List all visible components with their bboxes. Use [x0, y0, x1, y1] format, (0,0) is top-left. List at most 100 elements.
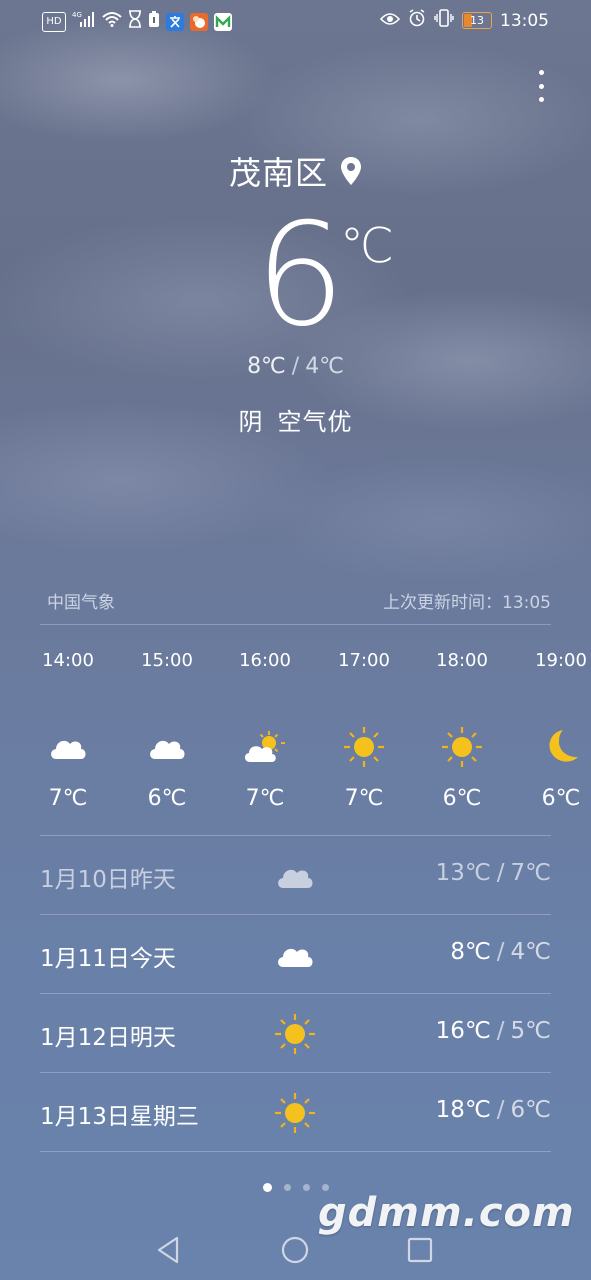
back-button[interactable]: [150, 1232, 186, 1268]
day-range: 16℃/5℃: [436, 1018, 551, 1044]
hour-temp: 6℃: [442, 786, 482, 811]
day-low: 7℃: [510, 860, 551, 886]
wifi-icon: [102, 11, 122, 32]
squirrel-app-icon: [190, 12, 208, 31]
status-bar: HD 4G 13 13:05: [0, 0, 591, 40]
partly-sunny-icon: [235, 722, 295, 772]
day-label: 1月13日星期三: [40, 1104, 199, 1130]
day-label: 1月10日昨天: [40, 867, 176, 893]
recents-button[interactable]: [402, 1232, 438, 1268]
hourly-item: 19:00 6℃: [531, 650, 591, 811]
city-name: 茂南区: [228, 154, 328, 192]
hour-time: 14:00: [42, 650, 94, 671]
temperature-unit: ℃: [340, 218, 394, 274]
cloudy-icon: [137, 722, 197, 772]
more-options-button[interactable]: [531, 70, 551, 102]
hourly-item: 14:00 7℃: [38, 650, 98, 811]
day-high: 16℃: [435, 1018, 491, 1044]
vibrate-icon: [434, 9, 454, 32]
hourly-item: 15:00 6℃: [137, 650, 197, 811]
range-separator: /: [291, 354, 300, 379]
daily-row[interactable]: 1月10日昨天 13℃/7℃: [40, 836, 551, 915]
svg-text:4G: 4G: [72, 11, 82, 19]
current-temperature: 6: [255, 193, 346, 358]
status-left-icons: HD 4G: [42, 10, 232, 33]
translate-app-icon: [166, 12, 184, 31]
air-quality[interactable]: 空气优: [278, 408, 353, 436]
city-header[interactable]: 茂南区: [0, 148, 591, 194]
hourly-item: 17:00 7℃: [334, 650, 394, 811]
battery-saver-icon: [148, 10, 160, 33]
page-dot-active: [262, 1183, 272, 1192]
sunny-icon: [432, 722, 492, 772]
day-high: 18℃: [435, 1097, 491, 1123]
location-pin-icon: [340, 156, 362, 194]
cloudy-icon: [272, 854, 318, 898]
hour-time: 18:00: [436, 650, 488, 671]
more-dot-icon: [538, 70, 544, 75]
home-circle-icon: [281, 1236, 309, 1264]
day-label: 1月11日今天: [40, 946, 176, 972]
daily-row[interactable]: 1月13日星期三 18℃/6℃: [40, 1073, 551, 1152]
hour-time: 19:00: [535, 650, 587, 671]
day-low: 5℃: [510, 1018, 551, 1044]
sunny-icon: [334, 722, 394, 772]
today-range: 8℃/4℃: [0, 354, 591, 379]
sunny-icon: [272, 1091, 318, 1135]
daily-row[interactable]: 1月12日明天 16℃/5℃: [40, 994, 551, 1073]
system-navigation-bar: [0, 1220, 591, 1280]
status-time: 13:05: [500, 10, 549, 31]
hour-temp: 7℃: [245, 786, 285, 811]
hour-temp: 6℃: [147, 786, 187, 811]
hour-time: 17:00: [338, 650, 390, 671]
daily-row[interactable]: 1月11日今天 8℃/4℃: [40, 915, 551, 994]
eye-icon: [379, 11, 401, 31]
day-range: 8℃/4℃: [450, 939, 551, 965]
range-separator: /: [496, 1018, 505, 1044]
hourly-forecast[interactable]: 14:00 7℃ 15:00 6℃ 16:00 7℃ 17:00 7℃ 18:0…: [0, 650, 591, 820]
hour-time: 15:00: [141, 650, 193, 671]
m-app-icon: [214, 12, 232, 31]
hd-icon: HD: [42, 11, 66, 32]
range-separator: /: [496, 1097, 505, 1123]
weather-condition: 阴: [238, 408, 264, 436]
battery-icon: 13: [462, 12, 492, 29]
status-right-icons: 13 13:05: [379, 9, 549, 32]
recents-square-icon: [407, 1237, 433, 1263]
more-dot-icon: [538, 97, 544, 102]
page-dot: [302, 1184, 310, 1191]
hour-time: 16:00: [239, 650, 291, 671]
sunny-icon: [272, 1012, 318, 1056]
4g-signal-icon: 4G: [72, 10, 96, 33]
moon-icon: [531, 722, 591, 772]
hour-temp: 7℃: [48, 786, 88, 811]
hour-temp: 6℃: [541, 786, 581, 811]
source-row: 中国气象 上次更新时间：13:05: [40, 588, 551, 625]
day-high: 13℃: [435, 860, 491, 886]
home-button[interactable]: [277, 1232, 313, 1268]
day-range: 13℃/7℃: [436, 860, 551, 886]
day-label: 1月12日明天: [40, 1025, 176, 1051]
last-updated: 上次更新时间：13:05: [383, 593, 551, 613]
today-low: 4℃: [305, 354, 344, 379]
page-dot: [283, 1184, 291, 1191]
day-high: 8℃: [450, 939, 491, 965]
cloudy-icon: [38, 722, 98, 772]
day-range: 18℃/6℃: [436, 1097, 551, 1123]
daily-forecast: 1月10日昨天 13℃/7℃ 1月11日今天 8℃/4℃ 1月12日明天 16℃…: [40, 835, 551, 1152]
day-low: 6℃: [510, 1097, 551, 1123]
cloudy-icon: [272, 933, 318, 977]
hourly-item: 18:00 6℃: [432, 650, 492, 811]
day-low: 4℃: [510, 939, 551, 965]
range-separator: /: [496, 860, 505, 886]
hour-temp: 7℃: [344, 786, 384, 811]
hourglass-icon: [128, 10, 142, 33]
more-dot-icon: [538, 83, 544, 89]
range-separator: /: [496, 939, 505, 965]
alarm-icon: [408, 9, 426, 32]
hourly-item: 16:00 7℃: [235, 650, 295, 811]
condition-line: 阴空气优: [0, 402, 591, 437]
data-provider: 中国气象: [47, 593, 115, 613]
back-triangle-icon: [157, 1236, 179, 1264]
today-high: 8℃: [247, 354, 286, 379]
